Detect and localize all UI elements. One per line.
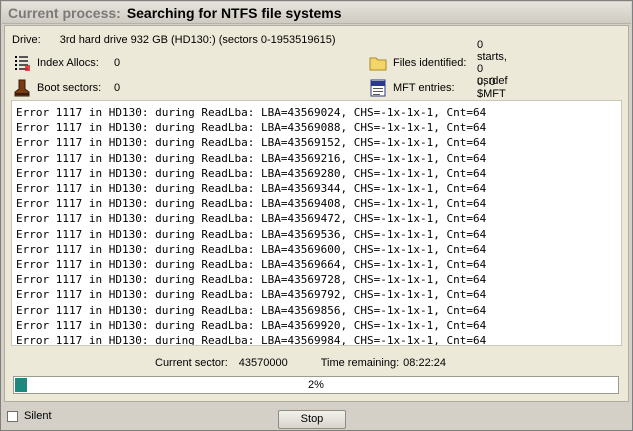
index-allocs-value: 0 [114,57,121,69]
stop-button[interactable]: Stop [278,410,346,429]
log-line: Error 1117 in HD130: during ReadLba: LBA… [16,166,487,180]
status-row: Current sector: 43570000 Time remaining:… [155,354,446,372]
index-allocs-row: Index Allocs: 0 [13,54,120,72]
log-line: Error 1117 in HD130: during ReadLba: LBA… [16,121,487,135]
folder-icon [369,54,387,72]
time-remaining-label: Time remaining: [320,357,400,369]
title-bar: Current process: Searching for NTFS file… [2,2,631,24]
mft-entries-value: 0, 0 $MFT [477,76,506,100]
mft-entries-row: MFT entries: 0, 0 $MFT [369,76,506,100]
log-line: Error 1117 in HD130: during ReadLba: LBA… [16,227,487,241]
log-line: Error 1117 in HD130: during ReadLba: LBA… [16,258,487,272]
log-line: Error 1117 in HD130: during ReadLba: LBA… [16,197,487,211]
files-identified-label: Files identified: [393,57,467,69]
log-line: Error 1117 in HD130: during ReadLba: LBA… [16,151,487,165]
log-line: Error 1117 in HD130: during ReadLba: LBA… [16,212,487,226]
boot-sectors-label: Boot sectors: [37,82,102,94]
silent-label: Silent [24,410,52,422]
time-remaining-value: 08:22:24 [403,357,446,369]
log-line: Error 1117 in HD130: during ReadLba: LBA… [16,288,487,302]
error-log[interactable]: Error 1117 in HD130: during ReadLba: LBA… [11,100,622,346]
files-identified-row: Files identified: 0 starts, 0 usrdef [369,39,508,87]
index-allocs-label: Index Allocs: [37,57,99,69]
drive-row: Drive: 3rd hard drive 932 GB (HD130:) (s… [12,31,336,49]
index-icon [13,54,31,72]
progress-bar: 2% [13,376,619,394]
main-window: Current process: Searching for NTFS file… [0,0,633,431]
checkbox-box[interactable] [7,410,18,422]
page-title: Searching for NTFS file systems [126,4,342,21]
title-label: Current process: [8,4,121,21]
log-line: Error 1117 in HD130: during ReadLba: LBA… [16,303,487,317]
log-line: Error 1117 in HD130: during ReadLba: LBA… [16,318,487,332]
current-sector-value: 43570000 [238,357,288,369]
silent-checkbox[interactable]: Silent [7,410,52,422]
log-line: Error 1117 in HD130: during ReadLba: LBA… [16,106,487,119]
log-line: Error 1117 in HD130: during ReadLba: LBA… [16,136,487,150]
file-icon [369,79,387,97]
boot-sectors-value: 0 [114,82,121,94]
drive-label: Drive: [12,34,41,46]
boot-sectors-row: Boot sectors: 0 [13,79,120,97]
log-line: Error 1117 in HD130: during ReadLba: LBA… [16,182,487,196]
log-line: Error 1117 in HD130: during ReadLba: LBA… [16,273,487,287]
boot-icon [13,79,31,97]
log-line: Error 1117 in HD130: during ReadLba: LBA… [16,242,487,256]
mft-entries-label: MFT entries: [393,82,455,94]
progress-text: 2% [308,379,324,391]
current-sector-label: Current sector: [155,357,228,369]
drive-value: 3rd hard drive 932 GB (HD130:) (sectors … [59,34,336,46]
log-line: Error 1117 in HD130: during ReadLba: LBA… [16,334,487,346]
process-panel: Drive: 3rd hard drive 932 GB (HD130:) (s… [4,25,629,402]
